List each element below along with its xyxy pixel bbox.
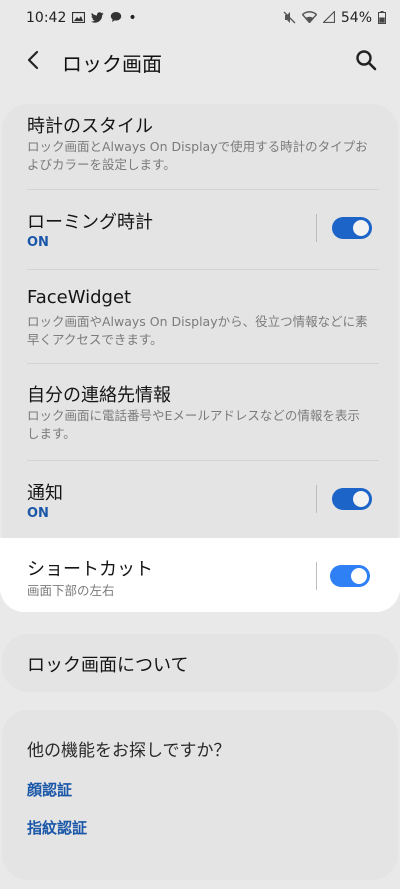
wifi-icon — [301, 11, 318, 25]
face-recognition-link[interactable]: 顔認証 — [27, 779, 72, 800]
about-lock-screen-label: ロック画面について — [27, 655, 189, 676]
setting-roaming-clock[interactable]: ローミング時計 ON — [2, 190, 398, 270]
twitter-icon — [91, 11, 104, 25]
status-left: 10:42 • — [26, 10, 137, 26]
setting-roaming-clock-status: ON — [27, 235, 49, 250]
setting-contact-info[interactable]: 自分の連絡先情報 ロック画面に電話番号やEメールアドレスなどの情報を表示します。 — [2, 364, 398, 460]
page-title: ロック画面 — [62, 51, 162, 76]
status-bar: 10:42 • 54% — [0, 0, 400, 36]
setting-shortcuts[interactable]: ショートカット 画面下部の左右 — [0, 538, 400, 612]
chevron-left-icon — [26, 50, 40, 74]
search-icon — [355, 49, 377, 75]
shortcuts-toggle[interactable] — [330, 565, 370, 587]
back-button[interactable] — [18, 47, 48, 77]
status-dot: • — [128, 10, 137, 26]
setting-contact-info-title: 自分の連絡先情報 — [27, 385, 171, 406]
mute-icon — [283, 11, 296, 26]
more-features-card: 他の機能をお探しですか？ 顔認証 指紋認証 — [2, 710, 398, 880]
vertical-separator — [316, 214, 317, 242]
setting-clock-style-desc: ロック画面とAlways On Displayで使用する時計のタイプおよびカラー… — [27, 139, 368, 172]
setting-facewidget[interactable]: FaceWidget ロック画面やAlways On Displayから、役立つ… — [2, 270, 398, 364]
setting-roaming-clock-title: ローミング時計 — [27, 212, 153, 233]
notifications-toggle[interactable] — [332, 488, 372, 510]
setting-facewidget-desc: ロック画面やAlways On Displayから、役立つ情報などに素早くアクセ… — [27, 314, 368, 347]
roaming-clock-toggle[interactable] — [332, 217, 372, 239]
search-button[interactable] — [350, 46, 382, 78]
app-bar: ロック画面 — [0, 36, 400, 88]
signal-icon — [321, 10, 335, 25]
setting-contact-info-desc: ロック画面に電話番号やEメールアドレスなどの情報を表示します。 — [27, 408, 360, 441]
more-features-title: 他の機能をお探しですか？ — [27, 741, 231, 761]
status-right: 54% — [283, 10, 386, 26]
setting-shortcuts-title: ショートカット — [27, 559, 153, 580]
setting-shortcuts-desc: 画面下部の左右 — [27, 583, 115, 598]
chat-icon — [110, 11, 122, 25]
setting-clock-style[interactable]: 時計のスタイル ロック画面とAlways On Displayで使用する時計のタ… — [2, 104, 398, 190]
setting-notifications-status: ON — [27, 506, 49, 521]
fingerprint-link[interactable]: 指紋認証 — [27, 817, 87, 838]
toggle-knob — [350, 567, 368, 585]
battery-percent: 54% — [340, 10, 372, 26]
status-time: 10:42 — [26, 10, 67, 26]
about-card[interactable]: ロック画面について — [2, 634, 398, 692]
vertical-separator — [316, 485, 317, 513]
battery-icon — [378, 10, 386, 26]
setting-facewidget-title: FaceWidget — [27, 287, 132, 308]
image-icon — [72, 11, 86, 25]
toggle-knob — [352, 219, 370, 237]
setting-notifications[interactable]: 通知 ON — [2, 461, 398, 541]
setting-notifications-title: 通知 — [27, 483, 63, 504]
settings-card: 時計のスタイル ロック画面とAlways On Displayで使用する時計のタ… — [2, 104, 398, 612]
setting-clock-style-title: 時計のスタイル — [27, 116, 153, 137]
vertical-separator — [316, 562, 317, 590]
toggle-knob — [352, 490, 370, 508]
